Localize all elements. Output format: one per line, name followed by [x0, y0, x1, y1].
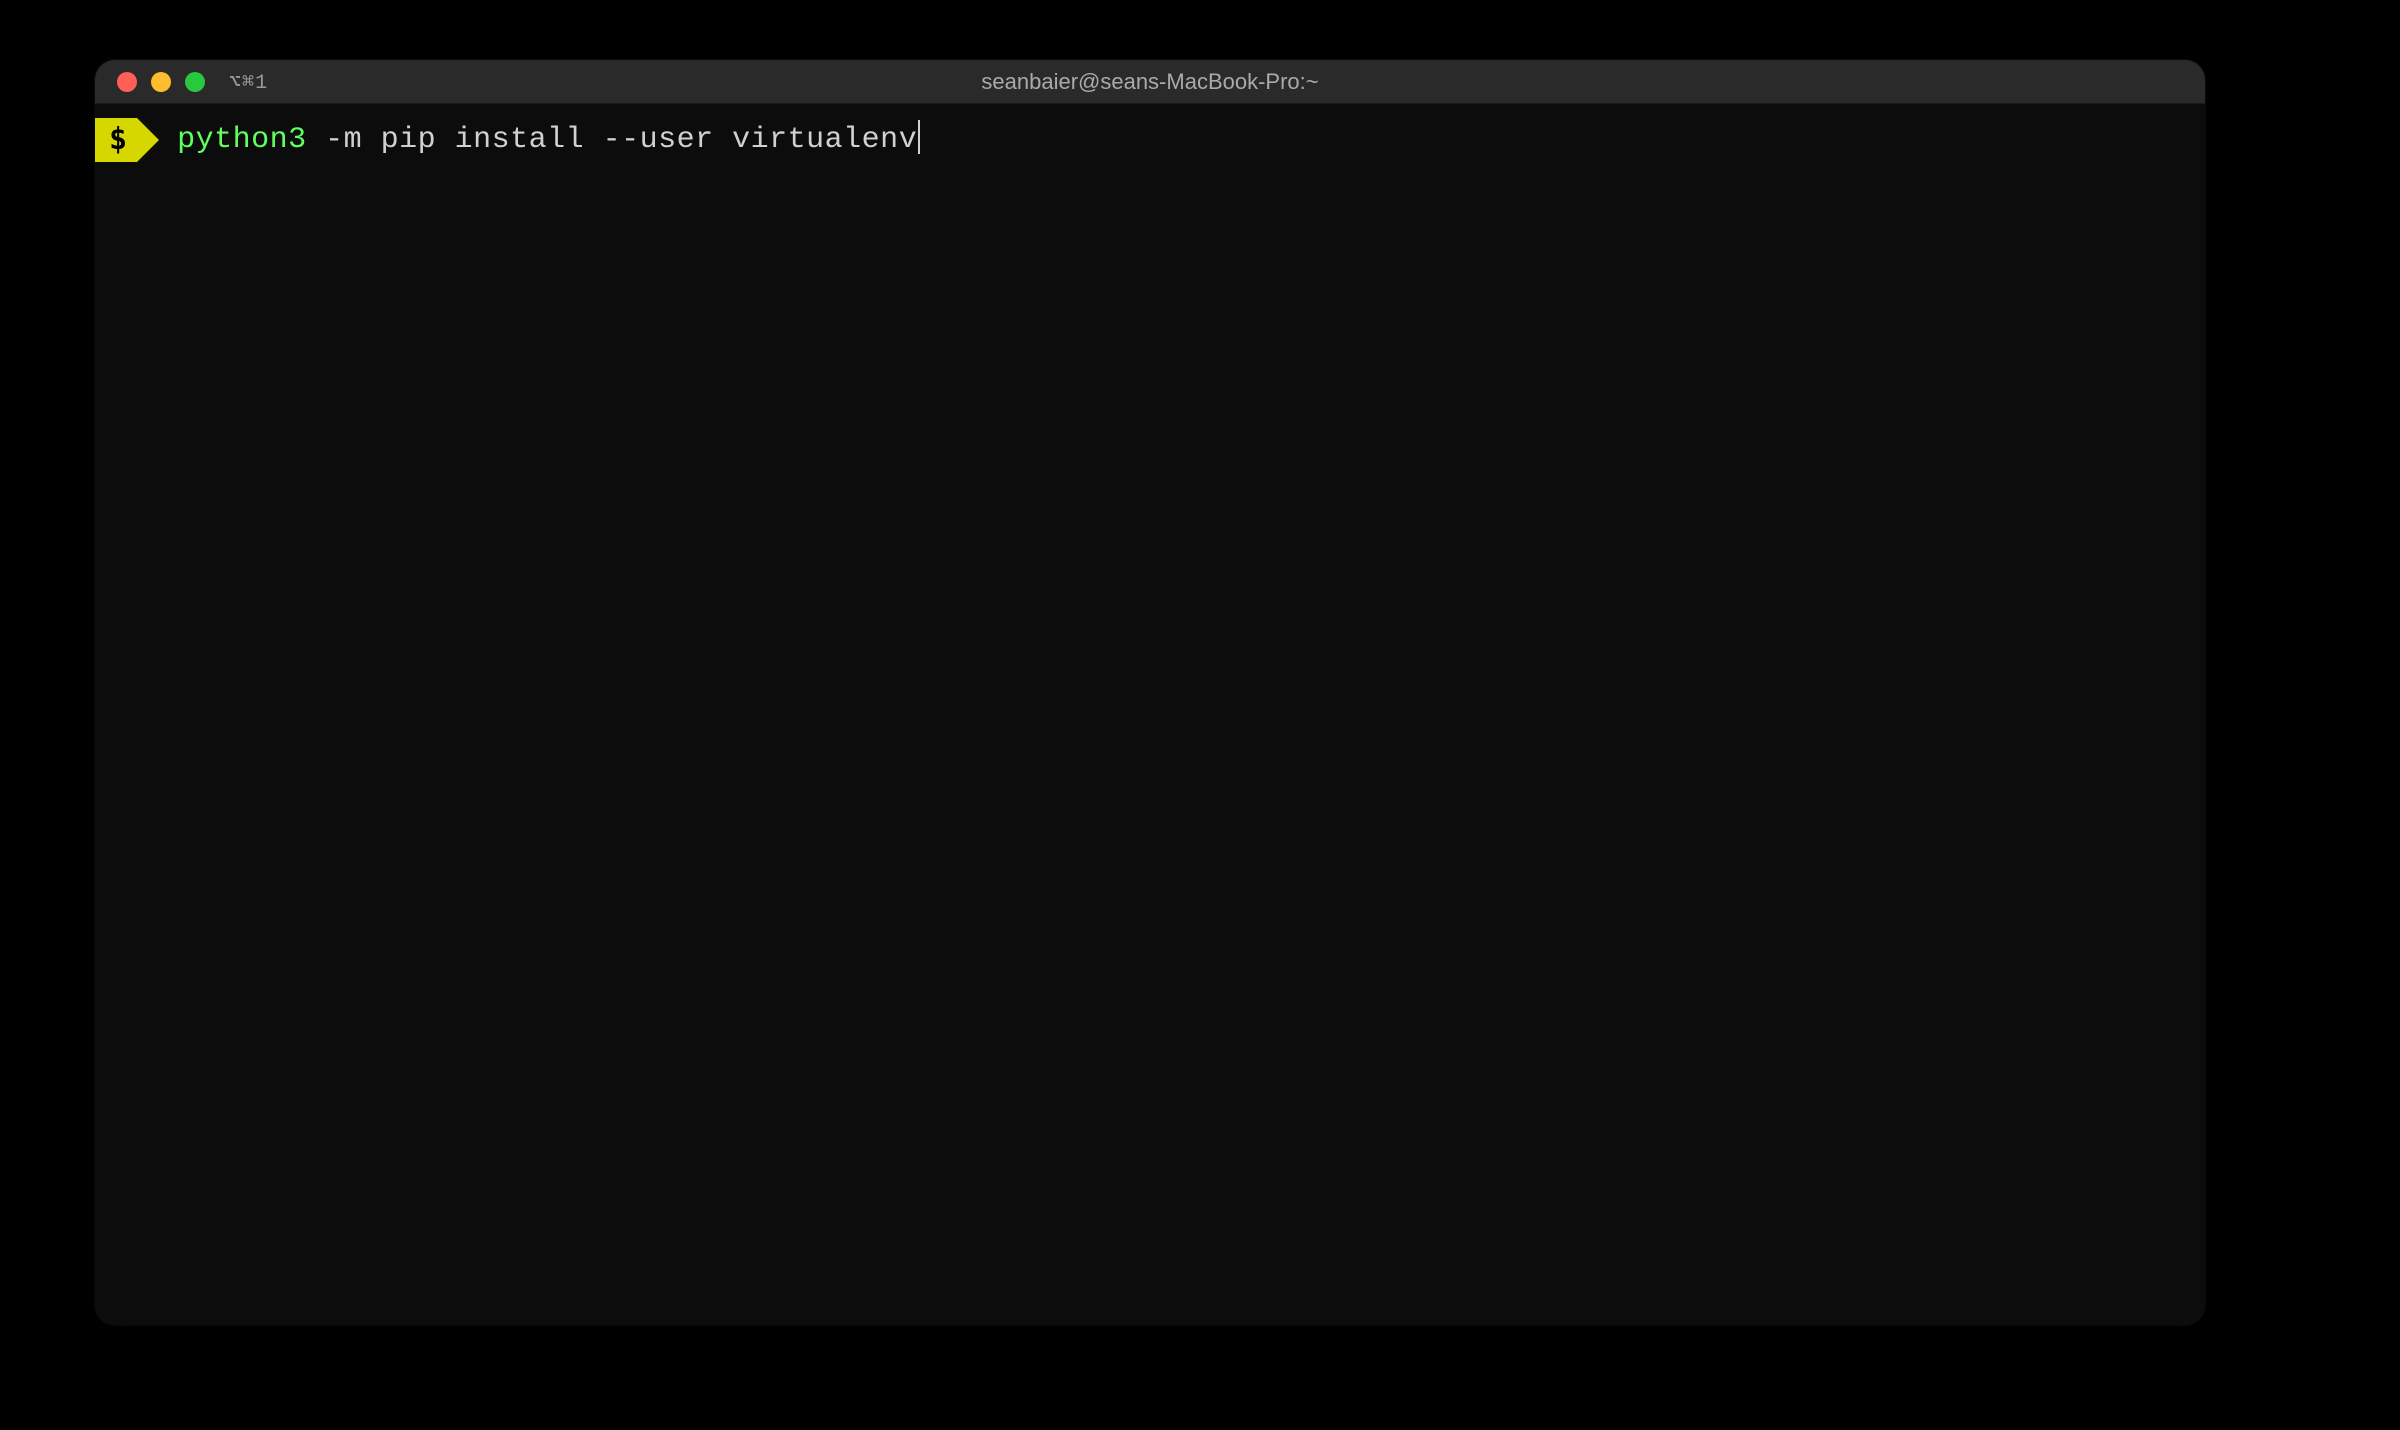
- terminal-window[interactable]: ⌥⌘1 seanbaier@seans-MacBook-Pro:~ $ pyth…: [95, 60, 2205, 1325]
- traffic-lights: [95, 72, 205, 92]
- command-executable: python3: [177, 123, 307, 157]
- maximize-button[interactable]: [185, 72, 205, 92]
- terminal-body[interactable]: $ python3 -m pip install --user virtuale…: [95, 104, 2205, 1325]
- command-args: -m pip install --user virtualenv: [307, 123, 918, 157]
- desktop: ⌥⌘1 seanbaier@seans-MacBook-Pro:~ $ pyth…: [0, 0, 2400, 1430]
- minimize-button[interactable]: [151, 72, 171, 92]
- command-input[interactable]: python3 -m pip install --user virtualenv: [177, 119, 920, 161]
- titlebar[interactable]: ⌥⌘1 seanbaier@seans-MacBook-Pro:~: [95, 60, 2205, 104]
- close-button[interactable]: [117, 72, 137, 92]
- prompt-line: $ python3 -m pip install --user virtuale…: [95, 118, 2205, 162]
- prompt-symbol: $: [95, 118, 137, 162]
- tab-indicator: ⌥⌘1: [229, 69, 268, 95]
- window-title: seanbaier@seans-MacBook-Pro:~: [981, 69, 1318, 95]
- prompt-symbol-text: $: [109, 119, 127, 161]
- text-cursor: [918, 120, 920, 154]
